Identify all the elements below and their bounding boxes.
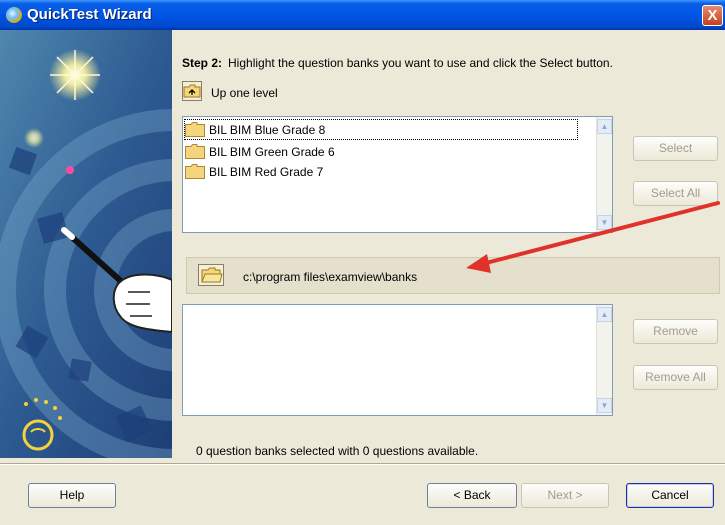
- folder-icon: [185, 144, 205, 159]
- open-folder-icon: [201, 267, 223, 283]
- list-item[interactable]: BIL BIM Blue Grade 8: [184, 119, 578, 140]
- folder-icon: [185, 122, 205, 137]
- list-item-label: BIL BIM Red Grade 7: [209, 165, 324, 179]
- select-button[interactable]: Select: [633, 136, 718, 161]
- up-one-level-label: Up one level: [211, 86, 278, 100]
- scroll-up-icon[interactable]: ▲: [597, 307, 612, 322]
- folder-icon: [185, 164, 205, 179]
- banks-scrollbar[interactable]: ▲ ▼: [596, 117, 612, 232]
- selected-scrollbar[interactable]: ▲ ▼: [596, 305, 612, 415]
- folder-up-icon: [183, 84, 201, 98]
- list-item-label: BIL BIM Blue Grade 8: [209, 123, 326, 137]
- wizard-sidebar-graphic: [0, 30, 172, 458]
- list-item-label: BIL BIM Green Grade 6: [209, 145, 335, 159]
- title-bar[interactable]: QuickTest Wizard X: [0, 0, 725, 30]
- help-button[interactable]: Help: [28, 483, 116, 508]
- cancel-button[interactable]: Cancel: [626, 483, 714, 508]
- window-title: QuickTest Wizard: [27, 6, 152, 23]
- remove-all-button[interactable]: Remove All: [633, 365, 718, 390]
- step-number: Step 2:: [182, 56, 223, 70]
- close-button[interactable]: X: [702, 5, 723, 26]
- browse-folder-button[interactable]: [198, 264, 224, 286]
- list-item[interactable]: BIL BIM Green Grade 6: [185, 142, 577, 161]
- selection-status: 0 question banks selected with 0 questio…: [196, 444, 479, 458]
- step-instruction: Step 2: Highlight the question banks you …: [182, 56, 613, 70]
- scroll-down-icon[interactable]: ▼: [597, 215, 612, 230]
- back-button[interactable]: < Back: [427, 483, 517, 508]
- select-all-button[interactable]: Select All: [633, 181, 718, 206]
- next-button[interactable]: Next >: [521, 483, 609, 508]
- scroll-up-icon[interactable]: ▲: [597, 119, 612, 134]
- selected-banks-listbox[interactable]: ▲ ▼: [182, 304, 613, 416]
- scroll-down-icon[interactable]: ▼: [597, 398, 612, 413]
- step-text: Highlight the question banks you want to…: [228, 56, 613, 70]
- list-item[interactable]: BIL BIM Red Grade 7: [185, 162, 577, 181]
- banks-listbox[interactable]: BIL BIM Blue Grade 8 BIL BIM Green Grade…: [182, 116, 613, 233]
- remove-button[interactable]: Remove: [633, 319, 718, 344]
- wizard-window: QuickTest Wizard X Step 2: Highlight the…: [0, 0, 725, 525]
- current-path: c:\program files\examview\banks: [243, 270, 418, 284]
- app-icon: [6, 7, 22, 23]
- up-one-level-button[interactable]: [182, 81, 202, 101]
- footer-divider: [0, 463, 725, 465]
